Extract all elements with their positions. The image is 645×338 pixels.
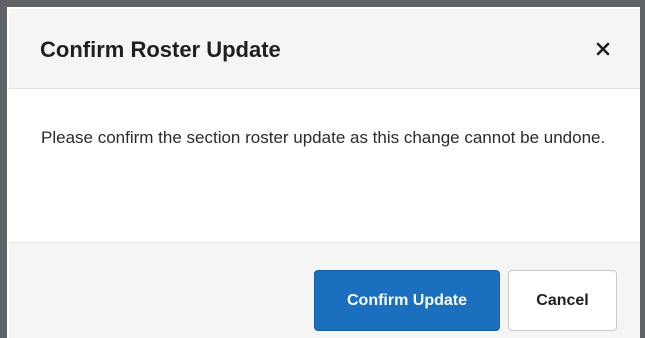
confirm-roster-update-dialog: Confirm Roster Update Please confirm the… <box>9 9 640 338</box>
modal-backdrop-top <box>0 0 645 7</box>
modal-backdrop-right <box>640 0 645 338</box>
cancel-button[interactable]: Cancel <box>508 270 617 331</box>
modal-backdrop-left <box>0 0 7 338</box>
dialog-footer: Confirm Update Cancel <box>9 242 640 338</box>
dialog-title: Confirm Roster Update <box>40 37 281 62</box>
dialog-header: Confirm Roster Update <box>9 9 640 89</box>
close-button[interactable] <box>589 35 617 63</box>
confirm-update-button[interactable]: Confirm Update <box>314 270 500 331</box>
dialog-message: Please confirm the section roster update… <box>41 128 606 147</box>
close-icon <box>596 42 610 56</box>
screen: Confirm Roster Update Please confirm the… <box>0 0 645 338</box>
dialog-body: Please confirm the section roster update… <box>9 89 640 242</box>
